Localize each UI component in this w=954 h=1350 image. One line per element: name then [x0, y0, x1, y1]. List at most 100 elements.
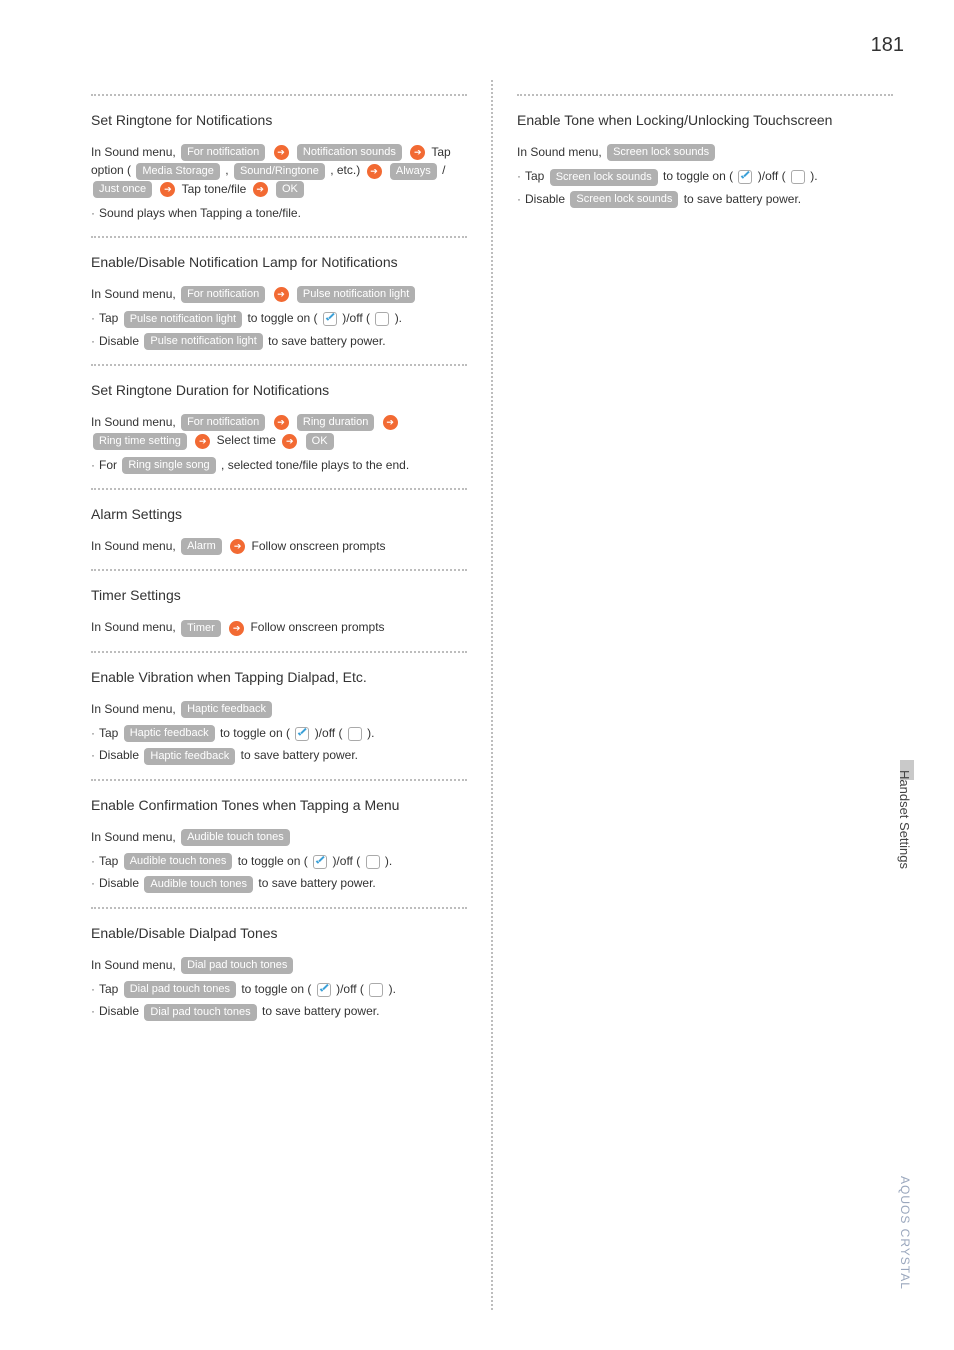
arrow-icon — [274, 287, 289, 302]
section-timer: Timer Settings In Sound menu, Timer Foll… — [85, 569, 473, 636]
text: / — [442, 163, 445, 177]
text: Follow onscreen prompts — [250, 620, 384, 634]
checkbox-on-icon — [317, 983, 331, 997]
bullet-line: · Disable Haptic feedback to save batter… — [91, 746, 467, 764]
arrow-icon — [274, 145, 289, 160]
text: Tap — [99, 311, 118, 325]
chip-ring-duration: Ring duration — [297, 414, 374, 431]
bullet-line: · Tap Audible touch tones to toggle on (… — [91, 852, 467, 870]
instruction-line: In Sound menu, Screen lock sounds — [517, 143, 893, 161]
section-title: Set Ringtone for Notifications — [91, 110, 467, 131]
chip-haptic-feedback: Haptic feedback — [144, 748, 235, 765]
chip-audible-touch-tones: Audible touch tones — [124, 853, 233, 870]
arrow-icon — [367, 164, 382, 179]
section-title: Timer Settings — [91, 585, 467, 606]
text: Disable Screen lock sounds to save batte… — [525, 190, 801, 208]
bullet-icon: · — [91, 724, 95, 742]
chip-dial-pad-touch-tones: Dial pad touch tones — [144, 1004, 256, 1021]
chip-haptic-feedback: Haptic feedback — [124, 725, 215, 742]
bullet-icon: · — [91, 980, 95, 998]
section-alarm: Alarm Settings In Sound menu, Alarm Foll… — [85, 488, 473, 555]
arrow-icon — [195, 434, 210, 449]
bullet-line: · Sound plays when Tapping a tone/file. — [91, 204, 467, 222]
chip-pulse-notification-light: Pulse notification light — [124, 311, 242, 328]
chip-ring-time-setting: Ring time setting — [93, 433, 187, 450]
text: Tap — [99, 726, 118, 740]
text: Tap Audible touch tones to toggle on ( )… — [99, 852, 392, 870]
section-divider — [91, 236, 467, 238]
section-set-ringtone-notifications: Set Ringtone for Notifications In Sound … — [85, 94, 473, 222]
text: to toggle on ( — [238, 854, 308, 868]
page: 181 Handset Settings AQUOS CRYSTAL Set R… — [0, 0, 954, 1350]
chip-notification-sounds: Notification sounds — [297, 144, 402, 161]
arrow-icon — [230, 539, 245, 554]
chip-pulse-notification-light: Pulse notification light — [144, 333, 262, 350]
chip-alarm: Alarm — [181, 538, 222, 555]
bullet-line: · For Ring single song , selected tone/f… — [91, 456, 467, 474]
text: Disable — [99, 876, 139, 890]
text: to save battery power. — [262, 1004, 379, 1018]
arrow-icon — [253, 182, 268, 197]
text: In Sound menu, — [91, 620, 176, 634]
text: , etc.) — [330, 163, 360, 177]
chip-audible-touch-tones: Audible touch tones — [144, 876, 253, 893]
arrow-icon — [282, 434, 297, 449]
text: to save battery power. — [241, 748, 358, 762]
text: ). — [389, 982, 396, 996]
section-screen-lock-sounds: Enable Tone when Locking/Unlocking Touch… — [511, 94, 899, 208]
checkbox-off-icon — [369, 983, 383, 997]
chip-ok: OK — [306, 433, 334, 450]
text: For Ring single song , selected tone/fil… — [99, 456, 409, 474]
checkbox-off-icon — [375, 312, 389, 326]
section-divider — [91, 907, 467, 909]
bullet-icon: · — [517, 190, 521, 208]
section-divider — [91, 94, 467, 96]
section-title: Enable Tone when Locking/Unlocking Touch… — [517, 110, 893, 131]
text: ). — [385, 854, 392, 868]
content-columns: Set Ringtone for Notifications In Sound … — [85, 80, 899, 1310]
section-divider — [91, 364, 467, 366]
text: Tap Screen lock sounds to toggle on ( )/… — [525, 167, 818, 185]
chip-sound-ringtone: Sound/Ringtone — [234, 163, 325, 180]
text: to toggle on ( — [220, 726, 290, 740]
text: Select time — [217, 433, 276, 447]
text: In Sound menu, — [91, 539, 176, 553]
text: , selected tone/file plays to the end. — [221, 458, 409, 472]
checkbox-off-icon — [348, 727, 362, 741]
text: Tap — [99, 854, 118, 868]
bullet-line: · Disable Pulse notification light to sa… — [91, 332, 467, 350]
bullet-line: · Tap Dial pad touch tones to toggle on … — [91, 980, 467, 998]
text: Tap — [99, 982, 118, 996]
bullet-icon: · — [91, 852, 95, 870]
text: tone/file — [204, 182, 246, 196]
arrow-icon — [410, 145, 425, 160]
chip-screen-lock-sounds: Screen lock sounds — [607, 144, 715, 161]
section-audible-touch-tones: Enable Confirmation Tones when Tapping a… — [85, 779, 473, 893]
arrow-icon — [274, 415, 289, 430]
section-dialpad-tones: Enable/Disable Dialpad Tones In Sound me… — [85, 907, 473, 1021]
column-divider — [491, 80, 493, 1310]
checkbox-on-icon — [323, 312, 337, 326]
text: Disable — [99, 334, 139, 348]
text: )/off ( — [336, 982, 364, 996]
instruction-line: In Sound menu, Dial pad touch tones — [91, 956, 467, 974]
instruction-line: In Sound menu, Audible touch tones — [91, 828, 467, 846]
bullet-icon: · — [91, 1002, 95, 1020]
text: to toggle on ( — [663, 169, 733, 183]
text: For — [99, 458, 117, 472]
text: Sound plays when Tapping a tone/file. — [99, 204, 301, 222]
text: )/off ( — [758, 169, 786, 183]
text: Disable — [99, 748, 139, 762]
checkbox-on-icon — [295, 727, 309, 741]
text: Follow onscreen prompts — [252, 539, 386, 553]
chip-ring-single-song: Ring single song — [122, 457, 215, 474]
bullet-line: · Disable Dial pad touch tones to save b… — [91, 1002, 467, 1020]
text: In Sound menu, — [91, 415, 176, 429]
section-title: Enable/Disable Dialpad Tones — [91, 923, 467, 944]
section-divider — [91, 779, 467, 781]
section-divider — [91, 651, 467, 653]
bullet-icon: · — [91, 746, 95, 764]
chip-timer: Timer — [181, 620, 221, 637]
chip-dial-pad-touch-tones: Dial pad touch tones — [124, 981, 236, 998]
text: ). — [810, 169, 817, 183]
